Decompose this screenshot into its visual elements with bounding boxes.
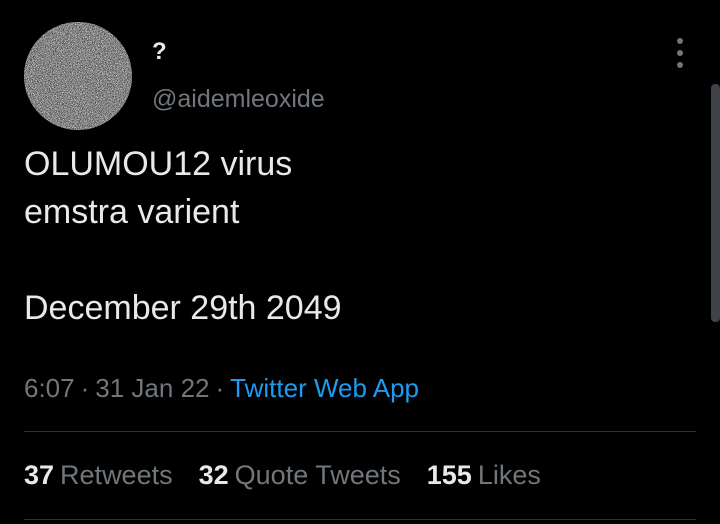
likes-count: 155	[426, 460, 472, 490]
retweets-label: Retweets	[60, 460, 173, 490]
tweet-stats: 37 Retweets 32 Quote Tweets 155 Likes	[24, 458, 567, 492]
noise-pattern-avatar-icon	[24, 22, 132, 130]
divider	[24, 431, 696, 432]
tweet-date[interactable]: 31 Jan 22	[95, 373, 209, 403]
meta-separator: ·	[215, 373, 225, 403]
likes-label: Likes	[477, 460, 541, 490]
tweet-text-line: emstra varient	[24, 193, 240, 231]
tweet-text-line: OLUMOU12 virus	[24, 145, 293, 183]
quote-tweets-stat[interactable]: 32 Quote Tweets	[199, 458, 401, 492]
more-dot	[677, 50, 683, 56]
user-handle[interactable]: @aidemleoxide	[152, 84, 325, 114]
tweet-time[interactable]: 6:07	[24, 373, 75, 403]
divider	[24, 519, 696, 520]
meta-separator: ·	[80, 373, 90, 403]
scrollbar[interactable]	[711, 84, 720, 322]
retweets-stat[interactable]: 37 Retweets	[24, 458, 173, 492]
avatar[interactable]	[24, 22, 132, 130]
likes-stat[interactable]: 155 Likes	[427, 458, 541, 492]
display-name[interactable]: ?	[152, 38, 167, 66]
tweet-text: OLUMOU12 virus emstra varient December 2…	[24, 140, 664, 332]
quote-tweets-label: Quote Tweets	[234, 460, 401, 490]
tweet-source-link[interactable]: Twitter Web App	[230, 373, 419, 403]
more-vertical-icon[interactable]	[668, 38, 692, 68]
tweet-meta: 6:07 · 31 Jan 22 · Twitter Web App	[24, 371, 419, 405]
quote-tweets-count: 32	[198, 460, 229, 490]
tweet-date-line: December 29th 2049	[24, 289, 342, 327]
more-dot	[677, 62, 683, 68]
more-dot	[677, 38, 683, 44]
retweets-count: 37	[24, 460, 55, 490]
